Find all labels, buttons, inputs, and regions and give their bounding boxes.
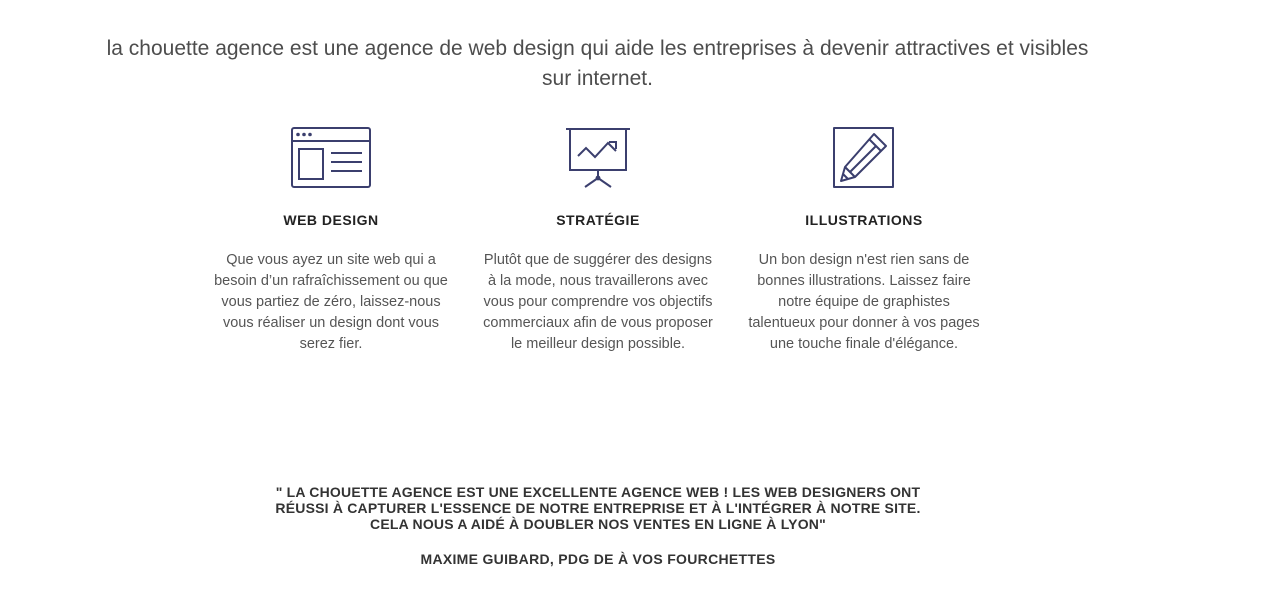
service-title: WEB DESIGN (283, 212, 379, 228)
testimonial-quote: " LA CHOUETTE AGENCE EST UNE EXCELLENTE … (275, 484, 921, 532)
service-title: STRATÉGIE (556, 212, 640, 228)
service-description: Plutôt que de suggérer des designs à la … (483, 252, 713, 352)
service-web-design: WEB DESIGN Que vous ayez un site web qui… (211, 126, 451, 355)
service-strategie: STRATÉGIE Plutôt que de suggérer des des… (478, 126, 718, 355)
pencil-edit-icon (833, 127, 894, 188)
service-title: ILLUSTRATIONS (805, 212, 923, 228)
service-description: Que vous ayez un site web qui a besoin d… (214, 252, 448, 352)
browser-window-icon (291, 127, 371, 188)
presentation-chart-icon (566, 128, 630, 188)
intro-text: la chouette agence est une agence de web… (106, 37, 1089, 90)
testimonial-author: MAXIME GUIBARD, PDG DE À VOS FOURCHETTES (420, 551, 776, 567)
service-description: Un bon design n'est rien sans de bonnes … (748, 252, 980, 352)
service-illustrations: ILLUSTRATIONS Un bon design n'est rien s… (744, 126, 984, 355)
